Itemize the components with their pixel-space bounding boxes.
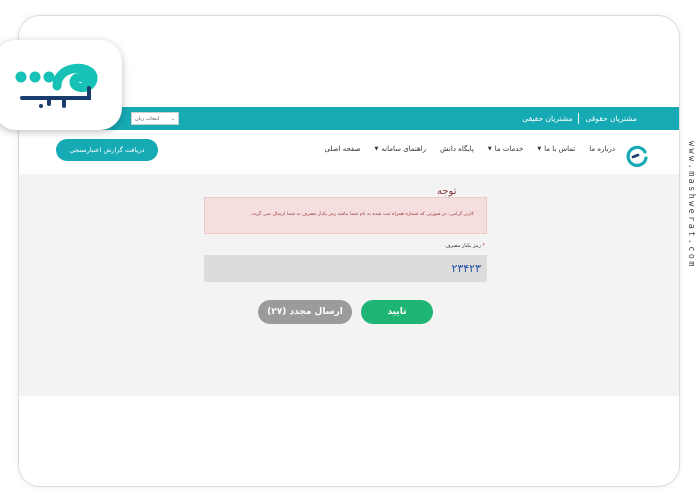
side-watermark-text: www.mashwerat.com bbox=[686, 141, 696, 269]
nav-item-label: تماس با ما bbox=[544, 145, 576, 153]
confirm-button[interactable]: تایید bbox=[361, 300, 433, 324]
caret-down-icon: ▼ bbox=[487, 146, 492, 152]
site-logo-icon[interactable] bbox=[625, 143, 649, 167]
nav-item-system-guide[interactable]: راهنمای سامانه ▼ bbox=[375, 145, 426, 153]
nav-menu: صفحه اصلی راهنمای سامانه ▼ پایگاه دانش خ… bbox=[325, 145, 616, 153]
nav-item-label: درباره ما bbox=[589, 145, 615, 153]
otp-label: * رمز یکبار مصرف bbox=[445, 243, 485, 249]
otp-label-text: رمز یکبار مصرف bbox=[445, 243, 481, 249]
caret-down-icon: ▼ bbox=[537, 146, 542, 152]
page-footer-space bbox=[19, 396, 679, 486]
link-individual-customers[interactable]: مشتریان حقیقی bbox=[522, 114, 572, 123]
resend-button[interactable]: ارسال مجدد (۲۷) bbox=[258, 300, 352, 324]
link-corporate-customers[interactable]: مشتریان حقوقی bbox=[585, 114, 637, 123]
moshaverat-logo-icon bbox=[15, 63, 98, 108]
nav-item-label: صفحه اصلی bbox=[324, 145, 361, 153]
alert-message: کاربر گرامی، در صورتی که شماره همراه ثبت… bbox=[250, 212, 474, 217]
alert-box: کاربر گرامی، در صورتی که شماره همراه ثبت… bbox=[204, 197, 487, 234]
chevron-down-icon: ⌄ bbox=[170, 115, 175, 122]
nav-item-label: راهنمای سامانه bbox=[381, 145, 426, 153]
nav-item-contact[interactable]: تماس با ما ▼ bbox=[537, 145, 575, 153]
nav-item-label: خدمات ما bbox=[494, 145, 524, 153]
nav-item-about[interactable]: درباره ما bbox=[589, 145, 615, 153]
main-navbar: صفحه اصلی راهنمای سامانه ▼ پایگاه دانش خ… bbox=[19, 130, 679, 174]
brand-watermark-tile bbox=[0, 40, 122, 130]
required-mark: * bbox=[482, 243, 486, 249]
language-select-value: انتخاب زبان bbox=[135, 115, 160, 122]
customer-links: مشتریان حقیقی مشتریان حقوقی bbox=[522, 107, 637, 130]
nav-item-home[interactable]: صفحه اصلی bbox=[325, 145, 361, 153]
otp-input[interactable] bbox=[204, 255, 487, 282]
nav-item-label: پایگاه دانش bbox=[440, 145, 474, 153]
nav-item-services[interactable]: خدمات ما ▼ bbox=[488, 145, 523, 153]
caret-down-icon: ▼ bbox=[374, 146, 379, 152]
topbar-divider bbox=[578, 113, 580, 124]
credit-report-button[interactable]: دریافت گزارش اعتبارسنجی bbox=[56, 139, 158, 161]
language-select[interactable]: انتخاب زبان ⌄ bbox=[131, 112, 179, 125]
alert-title: توجه bbox=[437, 186, 457, 197]
nav-item-knowledge-base[interactable]: پایگاه دانش bbox=[440, 145, 474, 153]
